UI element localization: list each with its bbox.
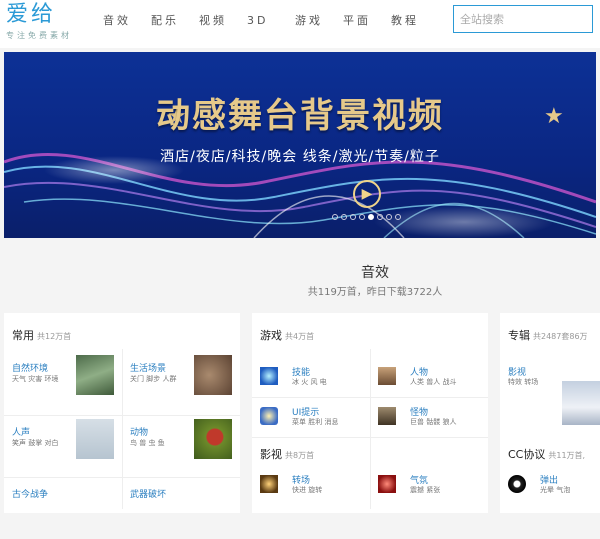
section-subtitle: 共119万首，昨日下载3722人 — [307, 287, 443, 298]
nav-item-game[interactable]: 游戏 — [295, 12, 343, 28]
row-atmosphere[interactable]: 气氛 震撼 紧张 — [370, 467, 484, 507]
card-common: 常用 共12万首 自然环境 天气 灾害 环境 生活场景 关门 脚步 人群 人声 笑… — [4, 313, 240, 513]
logo-slogan: 专注免费素材 — [6, 31, 72, 40]
row-ui[interactable]: UI提示 菜单 胜利 消息 — [252, 399, 366, 439]
carousel-dot[interactable] — [359, 214, 365, 220]
lightning-icon — [260, 367, 278, 385]
row-popup[interactable]: 弹出 光晕 气泡 — [500, 467, 600, 507]
divider — [4, 415, 240, 416]
card-count: 共2487套86万 — [533, 332, 588, 341]
nav-item-graphic[interactable]: 平面 — [343, 12, 391, 28]
banner-subtitle: 酒店/夜店/科技/晚会 线条/激光/节奏/粒子 — [160, 149, 440, 165]
bubble-icon — [508, 475, 526, 493]
row-skill[interactable]: 技能 冰 火 风 电 — [252, 359, 366, 399]
row-tags: 冰 火 风 电 — [292, 378, 327, 386]
card-header: 影视 共8万首 — [260, 446, 314, 462]
monster-icon — [378, 407, 396, 425]
row-tags: 快进 旋转 — [292, 486, 323, 494]
nav-item-sound[interactable]: 音效 — [103, 12, 151, 28]
tile-tags: 天气 灾害 环境 — [12, 375, 59, 383]
card-header: 常用 共12万首 — [12, 327, 71, 343]
row-tags: 人类 兽人 战斗 — [410, 378, 457, 386]
thumbnail-album — [562, 381, 600, 425]
thumbnail-forest — [76, 355, 114, 395]
row-transition[interactable]: 转场 快进 旋转 — [252, 467, 366, 507]
section-title: 音效 — [361, 265, 389, 281]
tile-name: 人声 — [12, 428, 31, 438]
card-header: 专辑 共2487套86万 — [508, 327, 588, 343]
play-button[interactable]: ▶ — [353, 180, 381, 208]
search-box — [453, 5, 593, 33]
site-logo[interactable]: 爱给 专注免费素材 — [6, 2, 86, 42]
tile-war[interactable]: 古今战争 — [4, 479, 118, 539]
carousel-dot[interactable] — [395, 214, 401, 220]
tile-name: 生活场景 — [130, 364, 167, 374]
row-tags: 特效 转场 — [508, 378, 539, 386]
card-title[interactable]: 专辑 — [508, 329, 530, 342]
nav-item-3d[interactable]: 3D — [247, 14, 295, 27]
card-album: 专辑 共2487套86万 影视 特效 转场 CC协议 共11万首, 弹出 光晕 气泡 — [500, 313, 600, 513]
row-tags: 菜单 胜利 消息 — [292, 418, 339, 426]
tile-voice[interactable]: 人声 笑声 鼓掌 对白 — [4, 417, 118, 477]
card-header: CC协议 共11万首, — [508, 446, 585, 462]
tile-nature[interactable]: 自然环境 天气 灾害 环境 — [4, 353, 118, 413]
nav-item-music[interactable]: 配乐 — [151, 12, 199, 28]
carousel-dot[interactable] — [368, 214, 374, 220]
carousel-dot[interactable] — [377, 214, 383, 220]
thumbnail-voice — [76, 419, 114, 459]
tile-weapon[interactable]: 武器破坏 — [122, 479, 236, 539]
card-count: 共11万首, — [548, 451, 586, 460]
tile-name: 动物 — [130, 428, 149, 438]
card-count: 共12万首 — [37, 332, 72, 341]
tile-tags: 鸟 兽 虫 鱼 — [130, 439, 165, 447]
divider — [4, 477, 240, 478]
row-monster[interactable]: 怪物 巨兽 骷髅 狼人 — [370, 399, 484, 439]
card-game: 游戏 共4万首 技能 冰 火 风 电 人物 人类 兽人 战斗 UI提示 菜单 胜利… — [252, 313, 488, 513]
transition-icon — [260, 475, 278, 493]
carousel-dot[interactable] — [350, 214, 356, 220]
carousel-dot[interactable] — [332, 214, 338, 220]
site-header: 爱给 专注免费素材 音效 配乐 视频 3D 游戏 平面 教程 — [0, 0, 600, 48]
hero-banner[interactable]: ★ ★ 动感舞台背景视频 酒店/夜店/科技/晚会 线条/激光/节奏/粒子 ▶ — [4, 52, 596, 238]
banner-title: 动感舞台背景视频 — [156, 96, 444, 136]
character-icon — [378, 367, 396, 385]
card-title[interactable]: 影视 — [260, 448, 282, 461]
card-title[interactable]: 游戏 — [260, 329, 282, 342]
card-title[interactable]: CC协议 — [508, 448, 545, 461]
row-tags: 震撼 紧张 — [410, 486, 441, 494]
tile-tags: 关门 脚步 人群 — [130, 375, 177, 383]
logo-text: 爱给 — [6, 2, 57, 27]
tile-life[interactable]: 生活场景 关门 脚步 人群 — [122, 353, 236, 413]
search-input[interactable] — [460, 12, 586, 26]
carousel-dot[interactable] — [341, 214, 347, 220]
banner-background — [4, 52, 596, 238]
tile-name: 古今战争 — [12, 490, 49, 500]
carousel-dot[interactable] — [386, 214, 392, 220]
nav-item-video[interactable]: 视频 — [199, 12, 247, 28]
row-character[interactable]: 人物 人类 兽人 战斗 — [370, 359, 484, 399]
card-count: 共8万首 — [285, 451, 315, 460]
tile-tags: 笑声 鼓掌 对白 — [12, 439, 59, 447]
row-tags: 光晕 气泡 — [540, 486, 571, 494]
play-icon: ▶ — [361, 186, 373, 202]
carousel-dots — [332, 214, 401, 220]
row-tags: 巨兽 骷髅 狼人 — [410, 418, 457, 426]
card-title[interactable]: 常用 — [12, 329, 34, 342]
tile-name: 自然环境 — [12, 364, 49, 374]
tile-name: 武器破坏 — [130, 490, 167, 500]
thumbnail-footsteps — [194, 355, 232, 395]
card-count: 共4万首 — [285, 332, 315, 341]
thumbnail-ladybug — [194, 419, 232, 459]
main-nav: 音效 配乐 视频 3D 游戏 平面 教程 — [103, 0, 439, 40]
atmosphere-icon — [378, 475, 396, 493]
nav-item-tutorial[interactable]: 教程 — [391, 12, 439, 28]
tile-animal[interactable]: 动物 鸟 兽 虫 鱼 — [122, 417, 236, 477]
ui-icon — [260, 407, 278, 425]
card-header: 游戏 共4万首 — [260, 327, 314, 343]
